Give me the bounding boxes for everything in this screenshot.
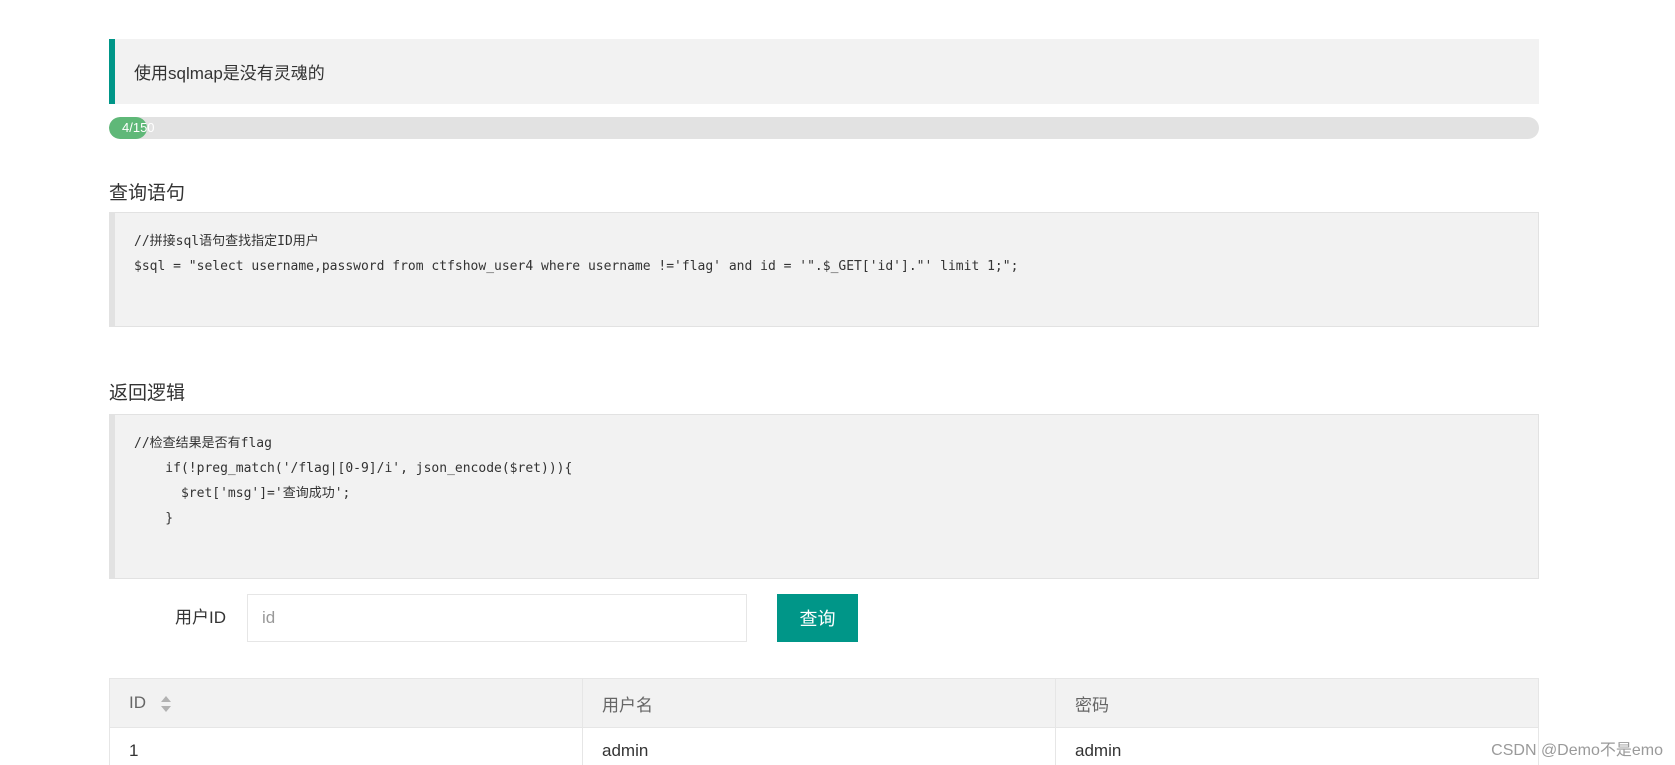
cell-username: admin (582, 727, 1056, 765)
column-header-id[interactable]: ID (109, 678, 583, 728)
results-table: ID 用户名 密码 1 admin admin (109, 678, 1539, 765)
sort-icon[interactable] (160, 695, 171, 712)
csdn-watermark: CSDN @Demo不是emo (1491, 742, 1663, 759)
column-header-label: 密码 (1075, 695, 1109, 715)
table-row: 1 admin admin (109, 727, 1539, 765)
progress-bar: 4/150 (109, 117, 1539, 139)
page: 使用sqlmap是没有灵魂的 4/150 查询语句 //拼接sql语句查找指定I… (0, 0, 1675, 765)
code-line: } (134, 511, 174, 526)
notice-banner: 使用sqlmap是没有灵魂的 (109, 39, 1539, 104)
code-line: //拼接sql语句查找指定ID用户 (134, 234, 319, 249)
table-header-row: ID 用户名 密码 (109, 678, 1539, 728)
cell-id: 1 (109, 727, 583, 765)
query-section-title: 查询语句 (109, 183, 186, 204)
logic-code-block: //检查结果是否有flag if(!preg_match('/flag|[0-9… (109, 414, 1539, 579)
code-line: if(!preg_match('/flag|[0-9]/i', json_enc… (134, 461, 573, 476)
user-id-input[interactable] (247, 594, 747, 642)
column-header-password: 密码 (1055, 678, 1539, 728)
code-line: $ret['msg']='查询成功'; (134, 486, 351, 501)
progress-label: 4/150 (122, 120, 155, 135)
query-button[interactable]: 查询 (777, 594, 858, 642)
logic-section-title: 返回逻辑 (109, 383, 186, 404)
column-header-label: ID (129, 693, 146, 712)
code-line: //检查结果是否有flag (134, 436, 272, 451)
column-header-label: 用户名 (602, 695, 653, 715)
query-code-block: //拼接sql语句查找指定ID用户 $sql = "select usernam… (109, 212, 1539, 327)
column-header-username: 用户名 (582, 678, 1056, 728)
user-id-label: 用户ID (175, 608, 226, 627)
code-line: $sql = "select username,password from ct… (134, 259, 1019, 274)
notice-text: 使用sqlmap是没有灵魂的 (134, 64, 325, 83)
cell-password: admin (1055, 727, 1539, 765)
